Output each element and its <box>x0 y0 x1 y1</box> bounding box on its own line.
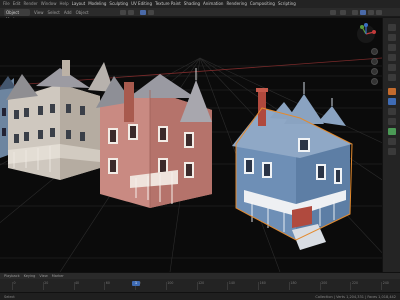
viewport-scene <box>0 23 382 272</box>
timeline-tick-label: 180 <box>290 281 297 285</box>
scene-statistics: Collection | Verts 1,204,331 | Faces 1,0… <box>315 294 396 299</box>
timeline-tick-label: 60 <box>105 281 110 285</box>
workspace-tab-rendering[interactable]: Rendering <box>226 0 246 8</box>
house-model-pink-brick[interactable] <box>96 68 212 208</box>
timeline-tick-label: 240 <box>382 281 389 285</box>
output-properties-icon[interactable] <box>388 44 396 51</box>
pan-icon[interactable] <box>371 58 378 65</box>
world-properties-icon[interactable] <box>388 74 396 81</box>
menu-file[interactable]: File <box>3 0 10 8</box>
menu-help[interactable]: Help <box>59 0 68 8</box>
viewport-nav-buttons <box>371 48 378 85</box>
workspace-tab-compositing[interactable]: Compositing <box>250 0 275 8</box>
viewport-menus: View Select Add Object <box>34 8 89 17</box>
house-model-white-victorian[interactable] <box>6 60 114 180</box>
viewport-header: Object Mode View Select Add Object <box>0 8 400 22</box>
3d-viewport[interactable] <box>0 18 382 272</box>
transform-orientation-icon[interactable] <box>120 10 126 15</box>
timeline-ruler[interactable]: 020406080100120140160180200220240 <box>0 280 400 292</box>
workspace-tab-shading[interactable]: Shading <box>184 0 200 8</box>
physics-properties-icon[interactable] <box>388 118 396 125</box>
timeline-tick-label: 220 <box>351 281 359 285</box>
menu-view[interactable]: View <box>34 8 44 17</box>
timeline-header: Playback Keying View Marker <box>0 273 400 279</box>
timeline-tick-label: 100 <box>167 281 174 285</box>
menu-edit[interactable]: Edit <box>13 0 21 8</box>
proportional-edit-icon[interactable] <box>148 10 154 15</box>
timeline-menu-playback[interactable]: Playback <box>4 273 20 279</box>
status-left-text: Select <box>4 294 15 299</box>
zoom-icon[interactable] <box>371 48 378 55</box>
timeline-tick-label: 20 <box>44 281 49 285</box>
modifier-properties-icon[interactable] <box>388 98 396 105</box>
mode-selector[interactable]: Object Mode <box>4 9 30 22</box>
blender-window: File Edit Render Window Help Layout Mode… <box>0 0 400 300</box>
workspace-tab-animation[interactable]: Animation <box>203 0 223 8</box>
timeline-menu-marker[interactable]: Marker <box>52 273 64 279</box>
timeline-tick-label: 0 <box>13 281 16 285</box>
scene-properties-icon[interactable] <box>388 64 396 71</box>
properties-tab-strip <box>382 18 400 272</box>
wireframe-shading-icon[interactable] <box>352 10 358 15</box>
house-model-blue-victorian[interactable] <box>232 82 353 250</box>
timeline-tick-label: 140 <box>228 281 235 285</box>
timeline-tick-label: 120 <box>198 281 205 285</box>
status-bar: Select Collection | Verts 1,204,331 | Fa… <box>0 292 400 300</box>
material-properties-icon[interactable] <box>388 138 396 145</box>
timeline-menu-keying[interactable]: Keying <box>24 273 36 279</box>
render-properties-icon[interactable] <box>388 34 396 41</box>
timeline-tick-label: 160 <box>259 281 266 285</box>
workspace-tab-uv-editing[interactable]: UV Editing <box>131 0 152 8</box>
menu-select[interactable]: Select <box>48 8 60 17</box>
perspective-toggle-icon[interactable] <box>371 78 378 85</box>
particles-properties-icon[interactable] <box>388 108 396 115</box>
current-frame-indicator[interactable]: 1 <box>132 281 140 286</box>
pivot-icon[interactable] <box>128 10 134 15</box>
workspace-tab-sculpting[interactable]: Sculpting <box>109 0 128 8</box>
timeline-editor[interactable]: Playback Keying View Marker 020406080100… <box>0 272 400 292</box>
top-menubar: File Edit Render Window Help Layout Mode… <box>0 0 400 8</box>
workspace-tab-texture-paint[interactable]: Texture Paint <box>155 0 181 8</box>
snap-icon[interactable] <box>140 10 146 15</box>
overlays-icon[interactable] <box>330 10 336 15</box>
tool-properties-icon[interactable] <box>388 24 396 31</box>
timeline-menu-view[interactable]: View <box>39 273 47 279</box>
material-shading-icon[interactable] <box>368 10 374 15</box>
workspace-tab-layout[interactable]: Layout <box>72 0 86 8</box>
camera-view-icon[interactable] <box>371 68 378 75</box>
object-properties-icon[interactable] <box>388 88 396 95</box>
menu-add[interactable]: Add <box>64 8 72 17</box>
menu-window[interactable]: Window <box>41 0 57 8</box>
navigation-gizmo[interactable] <box>357 23 376 43</box>
rendered-shading-icon[interactable] <box>376 10 382 15</box>
menu-render[interactable]: Render <box>23 0 37 8</box>
xray-icon[interactable] <box>340 10 346 15</box>
texture-properties-icon[interactable] <box>388 148 396 155</box>
timeline-tick-label: 200 <box>321 281 328 285</box>
workspace-tab-scripting[interactable]: Scripting <box>278 0 296 8</box>
timeline-tick-label: 40 <box>75 281 80 285</box>
object-data-properties-icon[interactable] <box>388 128 396 135</box>
menu-object[interactable]: Object <box>76 8 89 17</box>
solid-shading-icon[interactable] <box>360 10 366 15</box>
view-layer-properties-icon[interactable] <box>388 54 396 61</box>
workspace-tab-modeling[interactable]: Modeling <box>88 0 106 8</box>
